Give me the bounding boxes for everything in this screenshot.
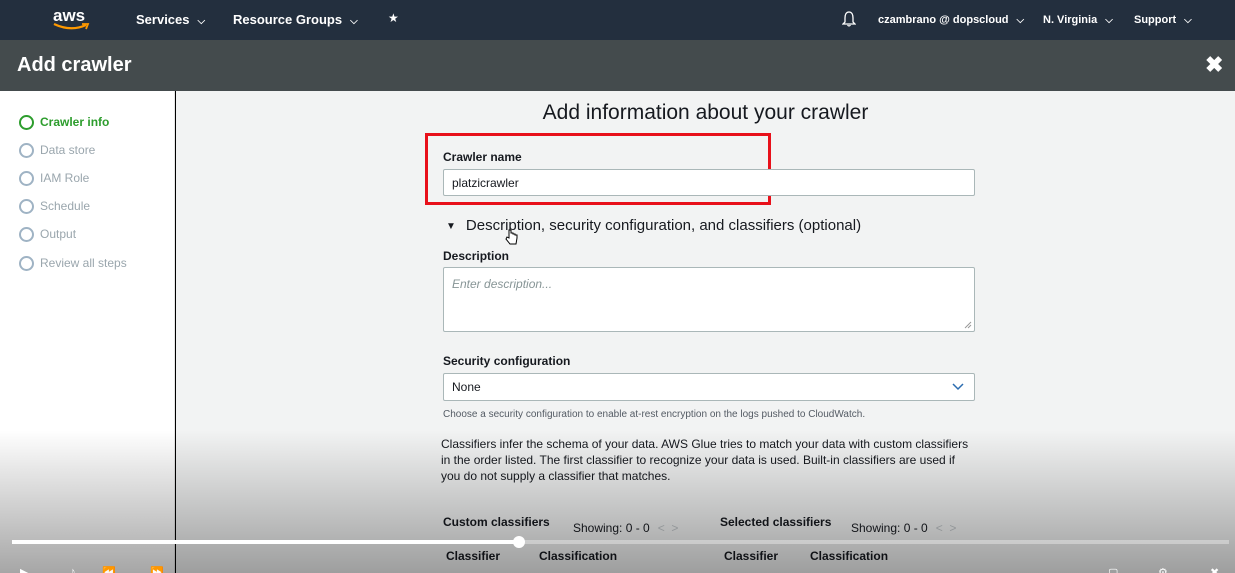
crawler-name-label: Crawler name — [443, 150, 522, 164]
account-menu[interactable]: czambrano @ dopscloud ⌵ — [878, 14, 1024, 26]
services-menu[interactable]: Services ⌵ — [136, 12, 205, 27]
custom-showing-text: Showing: 0 - 0 — [573, 521, 650, 535]
description-placeholder: Enter description... — [452, 277, 553, 291]
volume-icon[interactable]: ♪ — [70, 566, 76, 573]
classifier-info-text: Classifiers infer the schema of your dat… — [441, 437, 969, 483]
aws-logo[interactable]: aws — [50, 4, 94, 34]
video-progress-bar[interactable] — [12, 536, 1229, 548]
rewind-icon[interactable]: ⏪ — [102, 566, 116, 573]
page-title: Add crawler — [17, 54, 132, 76]
custom-col-classifier[interactable]: Classifier — [446, 549, 500, 563]
selected-classifiers-pager: Showing: 0 - 0 < > — [851, 521, 956, 535]
close-icon[interactable]: ✖ — [1205, 52, 1223, 78]
description-textarea[interactable]: Enter description... — [443, 267, 975, 332]
top-nav: aws Services ⌵ Resource Groups ⌵ ★ czambra… — [0, 0, 1235, 40]
step-output[interactable]: Output — [19, 225, 76, 243]
support-label: Support — [1134, 14, 1177, 26]
selected-col-classifier[interactable]: Classifier — [724, 549, 778, 563]
region-label: N. Virginia — [1043, 14, 1098, 26]
fullscreen-icon[interactable]: ▢ — [1108, 566, 1118, 573]
services-label: Services — [136, 12, 190, 27]
form-heading: Add information about your crawler — [542, 101, 869, 124]
resource-groups-label: Resource Groups — [233, 12, 343, 27]
crawler-name-input[interactable]: platzicrawler — [443, 169, 975, 196]
step-label: Schedule — [40, 199, 91, 213]
description-label: Description — [443, 249, 510, 263]
step-circle-icon — [19, 198, 34, 214]
selected-col-classification[interactable]: Classification — [810, 549, 888, 563]
pager-arrows-icon[interactable]: < > — [658, 521, 679, 535]
custom-classifiers-heading: Custom classifiers — [443, 515, 550, 529]
video-controls: ▶ ♪ ⏪ ⏩ ▢ ⚙ ✖ — [0, 562, 1235, 573]
chevron-down-icon: ⌵ — [1105, 15, 1113, 26]
wizard-steps-sidebar: Crawler info Data store IAM Role Schedul… — [0, 91, 175, 573]
chevron-down-icon — [952, 383, 964, 391]
step-schedule[interactable]: Schedule — [19, 197, 90, 215]
crawler-name-value: platzicrawler — [452, 175, 519, 190]
step-crawler-info[interactable]: Crawler info — [19, 113, 109, 131]
step-review[interactable]: Review all steps — [19, 254, 127, 272]
optional-section-label: Description, security configuration, and… — [465, 217, 862, 234]
step-circle-icon — [19, 114, 34, 130]
bell-icon[interactable] — [842, 11, 856, 27]
resource-groups-menu[interactable]: Resource Groups ⌵ — [233, 12, 358, 27]
security-help-text: Choose a security configuration to enabl… — [443, 409, 866, 420]
step-label: IAM Role — [40, 171, 90, 185]
step-circle-icon — [19, 170, 34, 186]
step-label: Crawler info — [40, 115, 110, 129]
wizard-title-bar: Add crawler ✖ — [0, 40, 1235, 91]
chevron-down-icon: ⌵ — [350, 16, 358, 27]
chevron-down-icon: ⌵ — [1184, 15, 1192, 26]
aws-smile-icon — [53, 23, 90, 30]
settings-icon[interactable]: ⚙ — [1158, 566, 1168, 573]
region-menu[interactable]: N. Virginia ⌵ — [1043, 14, 1113, 26]
selected-classifiers-heading: Selected classifiers — [720, 515, 832, 529]
account-label: czambrano @ dopscloud — [878, 14, 1009, 26]
security-configuration-value: None — [452, 380, 481, 394]
video-progress-fill — [12, 540, 520, 544]
security-configuration-label: Security configuration — [443, 354, 571, 368]
step-label: Data store — [40, 143, 96, 157]
security-configuration-select[interactable]: None — [443, 373, 975, 401]
support-menu[interactable]: Support ⌵ — [1134, 14, 1192, 26]
custom-classifiers-pager: Showing: 0 - 0 < > — [573, 521, 678, 535]
fast-forward-icon[interactable]: ⏩ — [150, 566, 164, 573]
step-circle-icon — [19, 255, 34, 271]
step-circle-icon — [19, 226, 34, 242]
close-player-icon[interactable]: ✖ — [1210, 566, 1219, 573]
step-label: Output — [40, 227, 77, 241]
step-data-store[interactable]: Data store — [19, 141, 95, 159]
crawler-form: Add information about your crawler Crawl… — [176, 91, 1235, 573]
step-iam-role[interactable]: IAM Role — [19, 169, 89, 187]
custom-col-classification[interactable]: Classification — [539, 549, 617, 563]
step-label: Review all steps — [40, 256, 127, 270]
hand-cursor-icon — [505, 229, 518, 245]
caret-down-icon: ▼ — [446, 220, 456, 232]
pager-arrows-icon[interactable]: < > — [936, 521, 957, 535]
step-circle-icon — [19, 142, 34, 158]
play-icon[interactable]: ▶ — [20, 566, 28, 573]
chevron-down-icon: ⌵ — [1016, 15, 1025, 26]
resize-handle-icon[interactable] — [964, 321, 972, 329]
chevron-down-icon: ⌵ — [197, 16, 206, 27]
selected-showing-text: Showing: 0 - 0 — [851, 521, 928, 535]
pin-icon[interactable]: ★ — [388, 11, 399, 25]
